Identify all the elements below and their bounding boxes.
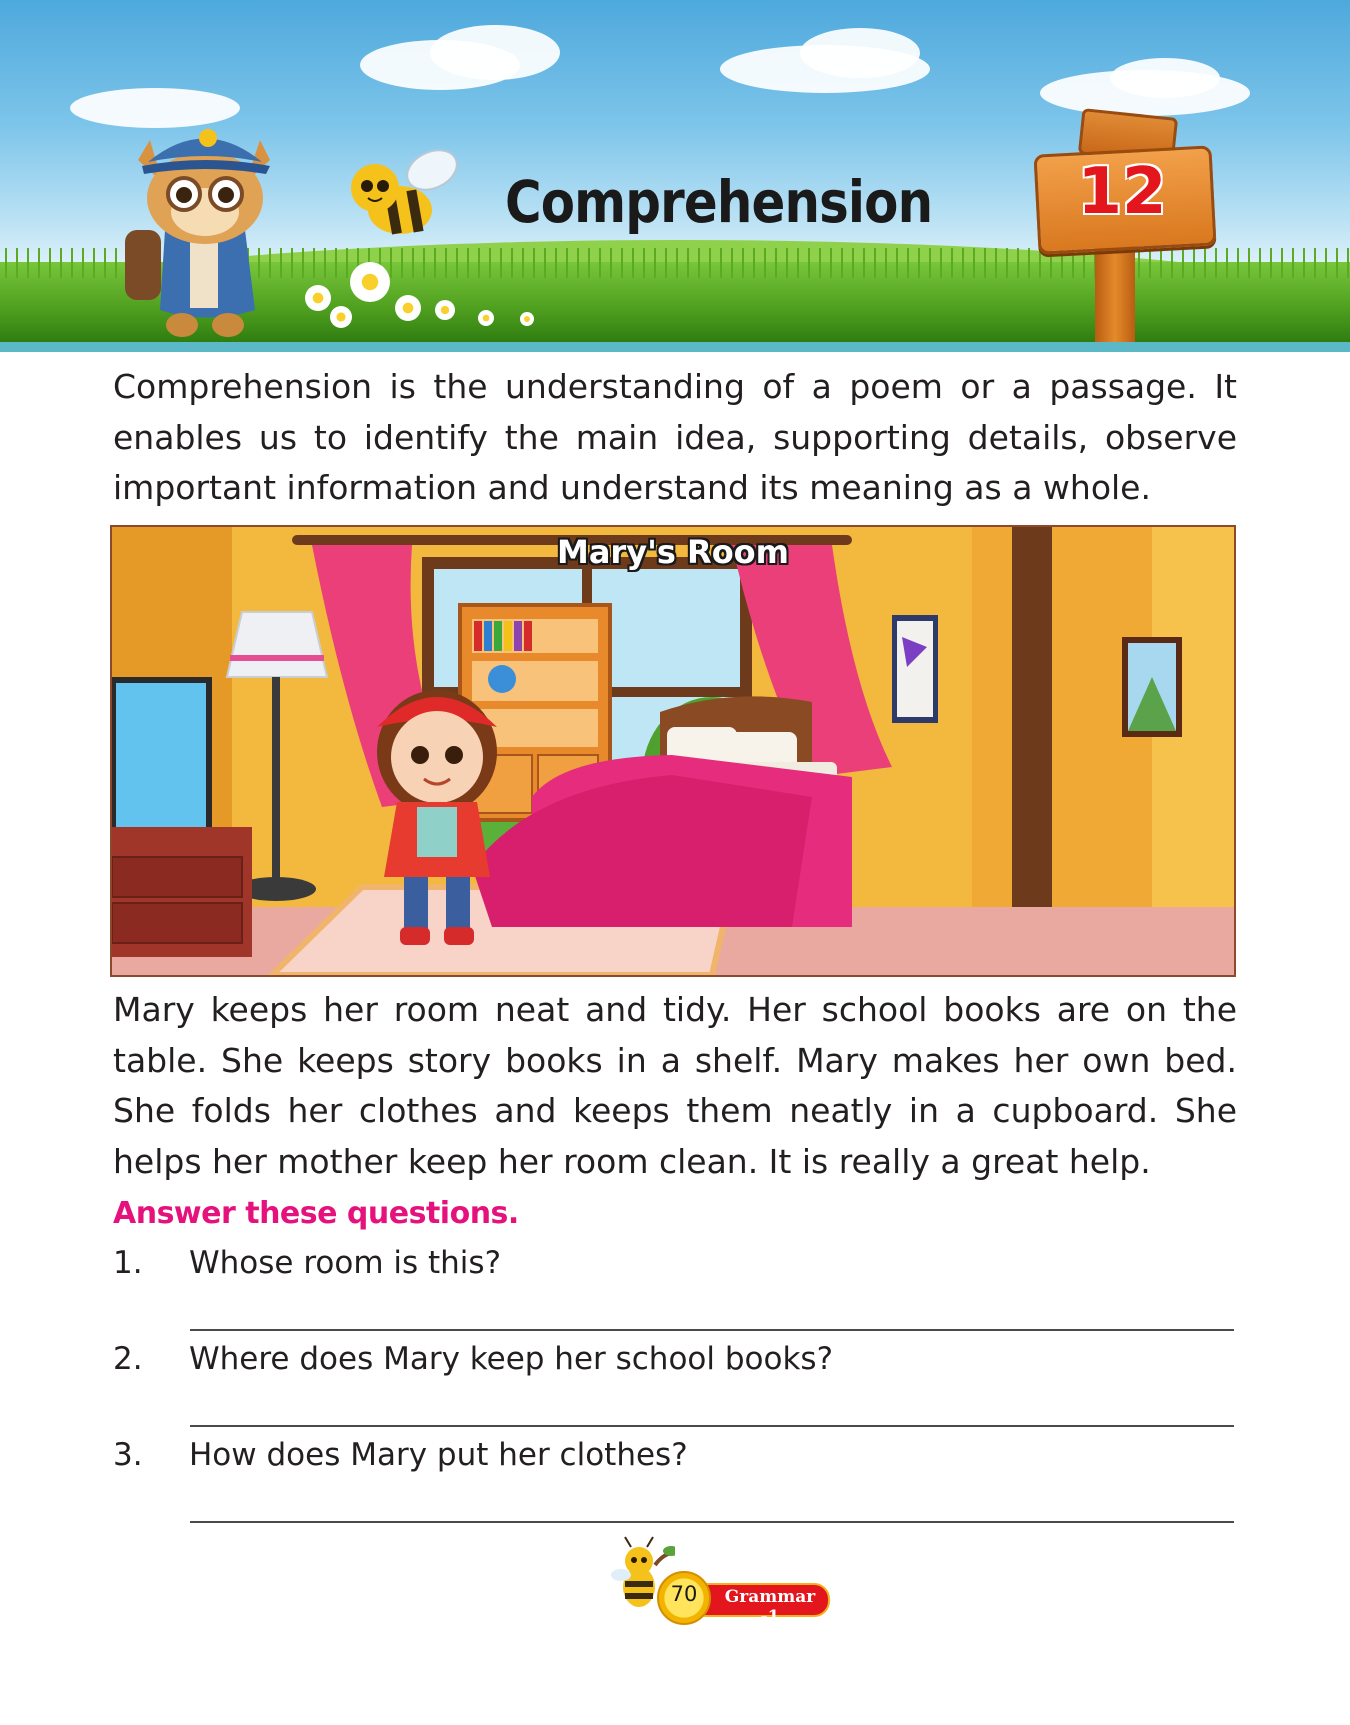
question-text: Where does Mary keep her school books? — [189, 1341, 834, 1377]
question-number: 3. — [113, 1437, 143, 1473]
answer-line[interactable] — [190, 1521, 1234, 1523]
question-number: 1. — [113, 1245, 143, 1281]
cat-mascot-icon — [125, 129, 270, 337]
page-number: 70 — [670, 1582, 698, 1606]
illustration-caption: Mary's Room — [556, 533, 789, 571]
intro-paragraph: Comprehension is the understanding of a … — [113, 367, 1237, 507]
story-paragraph: Mary keeps her room neat and tidy. Her s… — [113, 990, 1237, 1181]
page-title: Comprehension — [505, 168, 933, 236]
chapter-banner: Comprehension 12 — [0, 0, 1350, 352]
bedroom-scene-icon — [112, 527, 1234, 975]
chapter-number: 12 — [1077, 155, 1167, 229]
answer-line[interactable] — [190, 1425, 1234, 1427]
daisy-icon — [350, 262, 390, 302]
daisy-icon — [395, 295, 421, 321]
banner-divider — [0, 342, 1350, 352]
bee-icon — [351, 149, 458, 235]
daisy-icon — [520, 312, 534, 326]
cloud — [1110, 58, 1220, 98]
book-label: Grammar -1 — [724, 1587, 816, 1627]
answer-line[interactable] — [190, 1329, 1234, 1331]
page-footer: Grammar -1 70 — [605, 1535, 835, 1627]
question-text: Whose room is this? — [189, 1245, 502, 1281]
daisy-icon — [330, 306, 352, 328]
question-text: How does Mary put her clothes? — [189, 1437, 688, 1473]
daisy-icon — [305, 285, 331, 311]
daisy-icon — [478, 310, 494, 326]
cloud — [430, 25, 560, 80]
daisy-icon — [435, 300, 455, 320]
questions-heading: Answer these questions. — [113, 1196, 519, 1231]
cloud — [800, 28, 920, 78]
marys-room-illustration: Mary's Room — [110, 525, 1236, 977]
question-number: 2. — [113, 1341, 143, 1377]
